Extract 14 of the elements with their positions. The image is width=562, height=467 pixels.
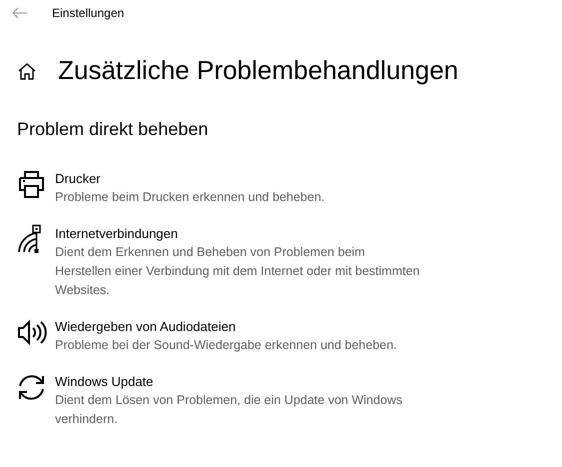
page-title: Zusätzliche Problembehandlungen: [58, 55, 458, 86]
troubleshooter-description: Probleme beim Drucken erkennen und beheben.: [55, 189, 326, 206]
window-title: Einstellungen: [52, 5, 124, 22]
home-icon[interactable]: [17, 62, 37, 80]
troubleshooter-link[interactable]: Windows Update: [55, 372, 420, 392]
back-arrow-icon[interactable]: [12, 7, 28, 19]
section-heading: Problem direkt beheben: [17, 118, 210, 142]
troubleshooter-description: Dient dem Lösen von Problemen, die ein Update von Windows verhindern.: [55, 392, 404, 428]
printer-icon: [16, 169, 47, 200]
troubleshooter-link[interactable]: Wiedergeben von Audiodateien: [55, 317, 420, 336]
troubleshooter-link[interactable]: Drucker: [55, 169, 420, 188]
troubleshooter-description: Probleme bei der Sound-Wiedergabe erkennen und beheben.: [55, 337, 398, 354]
troubleshooter-link[interactable]: Internetverbindungen: [55, 224, 420, 244]
troubleshooter-description: Dient dem Erkennen und Beheben von Problemen beim Herstellen einer Verbindung mit dem Internet oder mit bestimmten Websites.: [55, 244, 420, 300]
